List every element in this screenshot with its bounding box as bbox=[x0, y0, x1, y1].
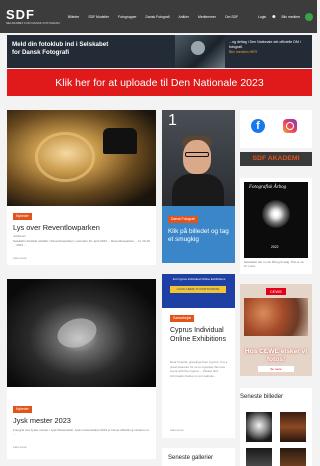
cyprus-text: Dear Friends, greetings from Cyprus. It … bbox=[170, 360, 228, 378]
menu-item-fotogrupper[interactable]: Fotogrupper bbox=[118, 15, 136, 19]
cyprus-banner[interactable]: 1st Cyprus Individual Online Exhibitions… bbox=[162, 274, 235, 308]
promo-link[interactable]: Bliv medlem HER bbox=[229, 50, 257, 54]
promo-image bbox=[175, 35, 225, 68]
menu-item-medlemmer[interactable]: Medlemmer bbox=[198, 15, 216, 19]
menu-item-sdf-modeller[interactable]: SDF Modeller bbox=[88, 15, 109, 19]
post-meta: Jubilæum bbox=[13, 234, 27, 238]
latest-galleries: Seneste gallerier bbox=[162, 448, 235, 466]
sdf-akademi-button[interactable]: SDF AKADEMI bbox=[240, 152, 312, 166]
post-title[interactable]: Lys over Reventlowparken bbox=[13, 223, 100, 232]
status-dot-icon[interactable] bbox=[305, 12, 313, 21]
cewe-text: Hos CEWE elsker vi fotos! bbox=[244, 348, 308, 363]
thumbnail[interactable] bbox=[280, 412, 306, 442]
post-image-trumpet[interactable] bbox=[7, 110, 156, 206]
login-link[interactable]: Login bbox=[258, 15, 266, 19]
cyprus-participate-button[interactable]: CLICK HERE TO PARTICIPATE bbox=[170, 286, 226, 293]
portrait-glasses bbox=[185, 152, 209, 157]
aarbog-widget[interactable]: Fotografisk Årbog 2022 Selskabet har nu … bbox=[240, 178, 312, 274]
post-tag[interactable]: Nyheder bbox=[13, 406, 32, 413]
cyprus-title[interactable]: Cyprus Individual Online Exhibitions bbox=[170, 326, 232, 344]
cyprus-banner-title: 1st Cyprus Individual Online Exhibitions bbox=[172, 277, 226, 281]
become-member-link[interactable]: Bliv medlem bbox=[282, 15, 300, 19]
promo-banner[interactable]: Meld din fotoklub ind i Selskabet for Da… bbox=[7, 35, 312, 68]
portrait-body bbox=[172, 174, 224, 206]
aarbog-year: 2022 bbox=[271, 245, 279, 249]
instagram-icon[interactable] bbox=[283, 119, 297, 133]
logo-subtitle: SELSKABET FOR DANSK FOTOGRAFI bbox=[6, 20, 61, 25]
flower-image bbox=[262, 200, 290, 228]
menu-item-om-sdf[interactable]: Om SDF bbox=[225, 15, 238, 19]
dansk-fotografi-ad[interactable]: 1 Dansk Fotografi Klik på billedet og ta… bbox=[162, 110, 235, 263]
cewe-ad[interactable]: CEWE Hos CEWE elsker vi fotos! Se mere bbox=[240, 284, 312, 376]
latest-images-title: Seneste billeder bbox=[240, 394, 284, 400]
post-image-dark[interactable] bbox=[7, 279, 156, 387]
top-navigation: SDF SELSKABET FOR DANSK FOTOGRAFI Billed… bbox=[0, 0, 317, 33]
read-more-link[interactable]: Læs mere bbox=[13, 256, 27, 260]
thumbnail[interactable] bbox=[246, 448, 272, 466]
user-icon[interactable]: ☻ bbox=[271, 14, 276, 20]
thumbnail[interactable] bbox=[280, 448, 306, 466]
promo-left-text: Meld din fotoklub ind i Selskabet for Da… bbox=[12, 41, 109, 56]
upload-cta-button[interactable]: Klik her for at uploade til Den National… bbox=[7, 69, 312, 96]
cyprus-exhibition-card[interactable]: 1st Cyprus Individual Online Exhibitions… bbox=[162, 274, 235, 438]
read-more-link[interactable]: Læs mere bbox=[13, 445, 27, 449]
main-menu: Billeder SDF Modeller Fotogrupper Dansk … bbox=[68, 0, 247, 33]
latest-images: Seneste billeder bbox=[240, 388, 312, 466]
cyprus-tag[interactable]: Samarbejde bbox=[170, 315, 195, 322]
post-title[interactable]: Jysk mester 2023 bbox=[13, 416, 71, 425]
issue-number: 1 bbox=[168, 112, 177, 129]
post-tag[interactable]: Nyheder bbox=[13, 213, 32, 220]
ad-text: Klik på billedet og tag et smugkig bbox=[168, 228, 229, 243]
cewe-button[interactable]: Se mere bbox=[258, 366, 294, 372]
aarbog-cover[interactable]: Fotografisk Årbog 2022 bbox=[244, 182, 308, 258]
figure-shape bbox=[53, 313, 101, 353]
read-more-link[interactable]: Læs mere bbox=[170, 428, 184, 432]
aarbog-caption: Selskabet har nu sin årbog til salg. Pri… bbox=[244, 260, 305, 268]
promo-right-text: ...og deltag i Den Nationale det officie… bbox=[229, 40, 309, 55]
post-card-reventlowparken[interactable]: Nyheder Lys over Reventlowparken Jubilæu… bbox=[7, 110, 156, 265]
logo-mark: SDF bbox=[6, 6, 35, 22]
cewe-food-image bbox=[244, 298, 308, 336]
post-card-jysk-mester[interactable]: Nyheder Jysk mester 2023 Fotograf ved Jy… bbox=[7, 279, 156, 459]
social-links: f bbox=[240, 110, 312, 148]
ad-blue-panel[interactable]: Dansk Fotografi Klik på billedet og tag … bbox=[162, 206, 235, 263]
post-excerpt: Fotograf ved Jyske mester i Jysk Mesters… bbox=[13, 428, 150, 436]
portrait-face bbox=[183, 140, 211, 174]
thumbnail[interactable] bbox=[246, 412, 272, 442]
page: SDF SELSKABET FOR DANSK FOTOGRAFI Billed… bbox=[0, 0, 317, 466]
aarbog-title: Fotografisk Årbog bbox=[249, 185, 287, 190]
nav-right: Login ☻ Bliv medlem bbox=[258, 0, 313, 33]
trumpet-bell-shape bbox=[35, 132, 95, 182]
latest-galleries-title: Seneste gallerier bbox=[168, 455, 214, 461]
promo-right-line: ...og deltag i Den Nationale det officie… bbox=[229, 40, 301, 49]
menu-item-dansk-fotografi[interactable]: Dansk Fotografi bbox=[146, 15, 170, 19]
ad-portrait-image: 1 bbox=[162, 110, 235, 206]
menu-item-artikler[interactable]: Artikler bbox=[178, 15, 189, 19]
cap-shape bbox=[103, 128, 137, 154]
cewe-logo: CEWE bbox=[266, 288, 286, 295]
post-excerpt: Selskab's fotoklub udstiller i Reventlow… bbox=[13, 239, 150, 247]
ad-tag: Dansk Fotografi bbox=[168, 216, 198, 223]
sdf-logo[interactable]: SDF SELSKABET FOR DANSK FOTOGRAFI bbox=[6, 6, 61, 26]
menu-item-billeder[interactable]: Billeder bbox=[68, 15, 79, 19]
facebook-icon[interactable]: f bbox=[251, 119, 265, 133]
